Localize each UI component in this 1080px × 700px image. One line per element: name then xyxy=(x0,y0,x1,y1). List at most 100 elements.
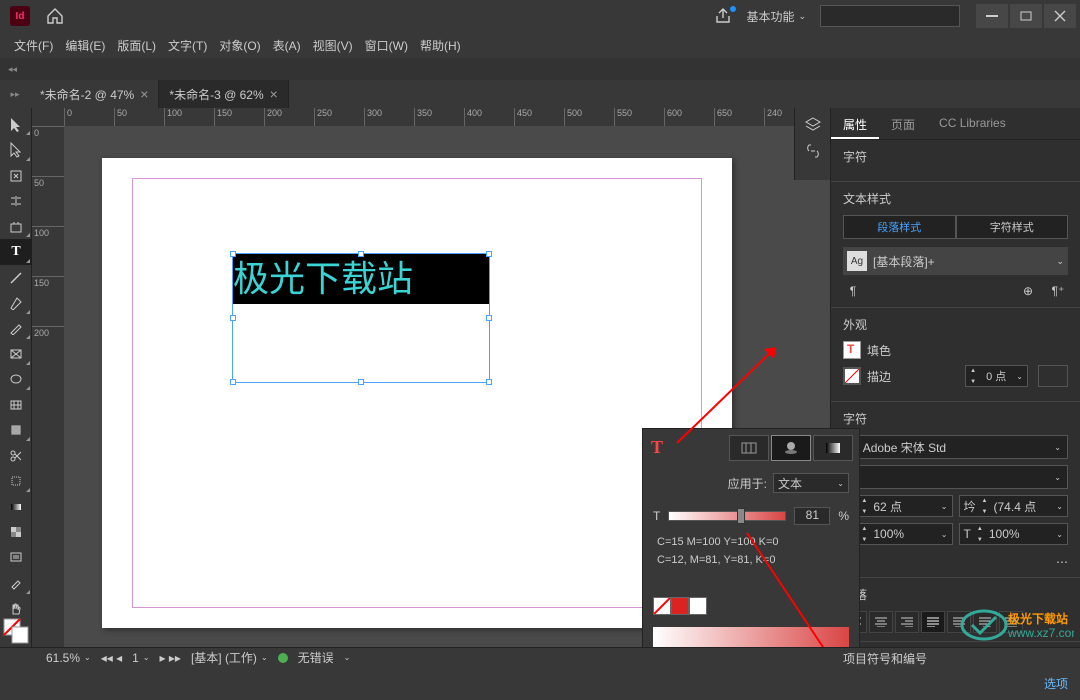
close-icon[interactable]: × xyxy=(270,86,278,102)
align-center-button[interactable] xyxy=(869,611,893,633)
apply-to-select[interactable]: 文本⌄ xyxy=(773,473,849,493)
new-style-icon[interactable]: ⊕ xyxy=(1018,283,1038,299)
close-button[interactable] xyxy=(1044,4,1076,28)
document-tab-2[interactable]: *未命名-3 @ 62% × xyxy=(159,80,288,108)
frame-handle[interactable] xyxy=(486,315,492,321)
ruler-tick: 550 xyxy=(614,108,664,126)
preset-select[interactable]: [基本] (工作)⌄ xyxy=(191,649,268,666)
align-right-button[interactable] xyxy=(895,611,919,633)
toolbar-toggle[interactable]: ▸▸ xyxy=(0,89,30,100)
tab-cc-libraries[interactable]: CC Libraries xyxy=(927,108,1018,139)
justify-left-button[interactable] xyxy=(921,611,945,633)
menu-layout[interactable]: 版面(L) xyxy=(113,35,160,56)
rectangle-frame-tool[interactable] xyxy=(0,341,32,366)
type-fill-icon[interactable]: T xyxy=(651,437,663,458)
pencil-tool[interactable] xyxy=(0,316,32,341)
document-tab-1[interactable]: *未命名-2 @ 47% × xyxy=(30,80,159,108)
character-style-button[interactable]: 字符样式 xyxy=(956,215,1069,239)
tab-properties[interactable]: 属性 xyxy=(831,108,879,139)
ruler-origin[interactable] xyxy=(32,108,64,126)
table-tool[interactable] xyxy=(0,392,32,417)
svg-text:www.xz7.com: www.xz7.com xyxy=(1007,626,1074,640)
menu-table[interactable]: 表(A) xyxy=(269,35,305,56)
paragraph-style-button[interactable]: 段落样式 xyxy=(843,215,956,239)
gradient-feather-tool[interactable] xyxy=(0,520,32,545)
type-tool[interactable]: T xyxy=(0,239,32,264)
selection-tool[interactable] xyxy=(0,112,32,137)
close-icon[interactable]: × xyxy=(140,86,148,102)
fill-swatch[interactable]: T xyxy=(843,341,861,359)
frame-handle[interactable] xyxy=(358,251,364,257)
search-input[interactable] xyxy=(820,5,960,27)
clear-override-icon[interactable]: ¶⁺ xyxy=(1048,283,1068,299)
page-nav-next[interactable]: ▸ ▸▸ xyxy=(160,651,181,665)
menu-file[interactable]: 文件(F) xyxy=(10,35,57,56)
style-selector[interactable]: Ag [基本段落]+ ⌄ xyxy=(843,247,1068,275)
white-swatch[interactable] xyxy=(689,597,707,615)
section-text-style: 文本样式 xyxy=(843,190,1068,207)
scissors-tool[interactable] xyxy=(0,443,32,468)
menu-view[interactable]: 视图(V) xyxy=(309,35,357,56)
page-nav-prev[interactable]: ◂◂ ◂ xyxy=(101,651,122,665)
maximize-button[interactable] xyxy=(1010,4,1042,28)
error-status[interactable]: 无错误 xyxy=(298,649,334,666)
line-tool[interactable] xyxy=(0,265,32,290)
ruler-vertical[interactable]: 0 50 100 150 200 xyxy=(32,126,64,647)
menu-help[interactable]: 帮助(H) xyxy=(416,35,465,56)
tint-value[interactable]: 81 xyxy=(794,507,830,525)
page-tool[interactable] xyxy=(0,163,32,188)
vertical-scale-field[interactable]: T▲▼100%⌄ xyxy=(959,523,1069,545)
page-select[interactable]: 1⌄ xyxy=(132,651,149,665)
free-transform-tool[interactable] xyxy=(0,469,32,494)
ruler-tick: 300 xyxy=(364,108,414,126)
menu-type[interactable]: 文字(T) xyxy=(164,35,211,56)
fill-stroke-toggle[interactable] xyxy=(2,617,30,645)
links-icon[interactable] xyxy=(804,142,822,160)
tab-pages[interactable]: 页面 xyxy=(879,108,927,139)
frame-handle[interactable] xyxy=(230,379,236,385)
gap-tool[interactable] xyxy=(0,188,32,213)
none-swatch[interactable] xyxy=(653,597,671,615)
stroke-style-select[interactable] xyxy=(1038,365,1068,387)
font-style-select[interactable]: ⌄ xyxy=(843,465,1068,489)
frame-handle[interactable] xyxy=(358,379,364,385)
note-tool[interactable] xyxy=(0,545,32,570)
share-icon[interactable] xyxy=(714,8,732,24)
document-tabs: ▸▸ *未命名-2 @ 47% × *未命名-3 @ 62% × xyxy=(0,80,1080,108)
stroke-weight-field[interactable]: ▲▼ 0 点 ⌄ xyxy=(965,365,1028,387)
ellipse-tool[interactable] xyxy=(0,367,32,392)
more-options-icon[interactable]: ⋯ xyxy=(1056,555,1068,569)
text-frame[interactable]: 极光下载站 xyxy=(232,253,490,383)
menu-window[interactable]: 窗口(W) xyxy=(361,35,412,56)
layers-icon[interactable] xyxy=(804,116,822,134)
frame-handle[interactable] xyxy=(486,251,492,257)
selected-text[interactable]: 极光下载站 xyxy=(233,254,489,304)
ruler-tick: 0 xyxy=(32,126,64,176)
menu-edit[interactable]: 编辑(E) xyxy=(61,35,109,56)
pen-tool[interactable] xyxy=(0,290,32,315)
tint-slider[interactable] xyxy=(668,511,786,521)
direct-selection-tool[interactable] xyxy=(0,137,32,162)
gradient-mode-button[interactable] xyxy=(813,435,853,461)
workspace-selector[interactable]: 基本功能 ⌄ xyxy=(746,8,806,25)
paragraph-icon[interactable]: ¶ xyxy=(843,283,863,299)
frame-handle[interactable] xyxy=(486,379,492,385)
font-family-select[interactable]: ⌄ Adobe 宋体 Std ⌄ xyxy=(843,435,1068,459)
grid-tool[interactable] xyxy=(0,418,32,443)
content-collector-tool[interactable] xyxy=(0,214,32,239)
gradient-swatch-tool[interactable] xyxy=(0,494,32,519)
leading-field[interactable]: 坅▲▼(74.4 点⌄ xyxy=(959,495,1069,517)
menu-object[interactable]: 对象(O) xyxy=(215,35,264,56)
panel-icon-strip xyxy=(794,108,830,180)
frame-handle[interactable] xyxy=(230,315,236,321)
frame-handle[interactable] xyxy=(230,251,236,257)
zoom-select[interactable]: 61.5%⌄ xyxy=(46,651,91,665)
minimize-button[interactable] xyxy=(976,4,1008,28)
slider-thumb[interactable] xyxy=(737,508,745,524)
options-link[interactable]: 选项 xyxy=(1044,677,1068,691)
eyedropper-tool[interactable] xyxy=(0,570,32,595)
home-icon[interactable] xyxy=(46,8,64,24)
ruler-tick: 0 xyxy=(64,108,114,126)
stroke-swatch[interactable] xyxy=(843,367,861,385)
color-swatch[interactable] xyxy=(671,597,689,615)
